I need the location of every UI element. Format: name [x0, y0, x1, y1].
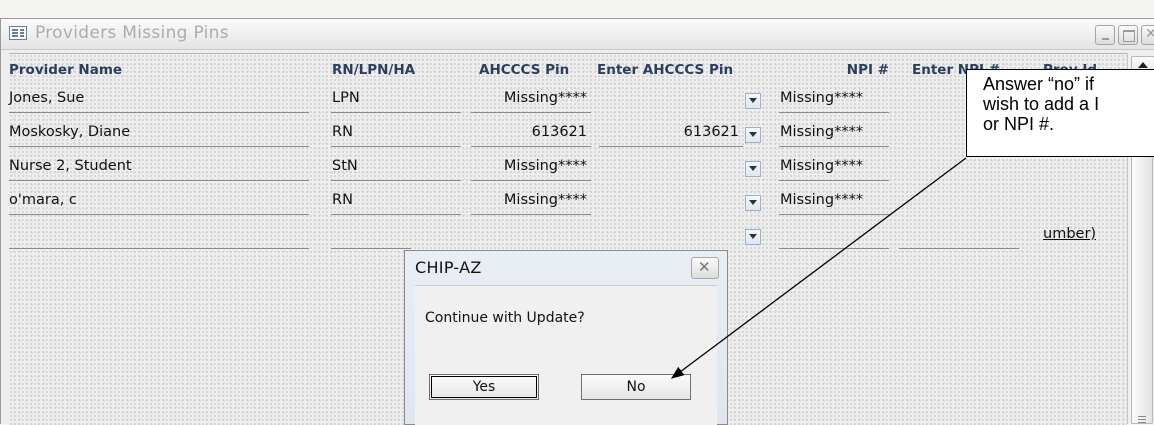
- row-divider: [471, 112, 591, 113]
- cell-ahcccs-pin[interactable]: Missing****: [449, 90, 587, 106]
- column-header-ahcccs-pin[interactable]: AHCCCS Pin: [479, 62, 569, 78]
- cell-npi[interactable]: Missing****: [780, 192, 863, 208]
- window-titlebar[interactable]: Providers Missing Pins: [1, 19, 1154, 50]
- enter-pin-dropdown-button[interactable]: [745, 93, 761, 109]
- row-divider: [471, 214, 591, 215]
- dialog-title: CHIP-AZ: [415, 258, 482, 277]
- column-header-provider-name[interactable]: Provider Name: [9, 62, 122, 78]
- enter-pin-dropdown-button[interactable]: [745, 161, 761, 177]
- maximize-button[interactable]: [1118, 25, 1138, 45]
- column-header-npi[interactable]: NPI #: [809, 62, 889, 78]
- datasheet-icon: [9, 26, 27, 40]
- cell-ahcccs-pin[interactable]: 613621: [449, 124, 587, 140]
- cell-provider-name[interactable]: Moskosky, Diane: [9, 124, 130, 140]
- row-divider: [331, 180, 461, 181]
- cell-provider-name[interactable]: Jones, Sue: [9, 90, 84, 106]
- cell-type[interactable]: StN: [332, 158, 358, 174]
- callout-line: or NPI #.: [983, 114, 1055, 134]
- cell-type[interactable]: RN: [332, 192, 353, 208]
- row-divider: [599, 146, 743, 147]
- row-divider: [899, 248, 1019, 249]
- enter-pin-dropdown-button[interactable]: [745, 229, 761, 245]
- cell-enter-ahcccs-pin[interactable]: 613621: [599, 124, 739, 140]
- cell-ahcccs-pin[interactable]: Missing****: [449, 158, 587, 174]
- callout-line: Answer “no” if: [983, 74, 1095, 94]
- dialog-message: Continue with Update?: [425, 310, 585, 326]
- cell-ahcccs-pin[interactable]: Missing****: [449, 192, 587, 208]
- row-divider: [9, 180, 309, 181]
- grip-icon: [1138, 416, 1146, 417]
- minimize-button[interactable]: [1095, 25, 1115, 45]
- cell-type[interactable]: RN: [332, 124, 353, 140]
- cell-provider-name[interactable]: o'mara, c: [9, 192, 77, 208]
- dialog-body: Continue with Update? Yes No: [415, 285, 717, 425]
- row-divider: [331, 112, 461, 113]
- cell-npi[interactable]: Missing****: [780, 158, 863, 174]
- cell-prov-id[interactable]: umber): [1043, 226, 1096, 242]
- cell-npi[interactable]: Missing****: [780, 124, 863, 140]
- row-divider: [331, 146, 461, 147]
- enter-pin-dropdown-button[interactable]: [745, 195, 761, 211]
- chip-az-dialog: CHIP-AZ Continue with Update? Yes No: [404, 250, 728, 425]
- row-divider: [331, 248, 411, 249]
- enter-pin-dropdown-button[interactable]: [745, 127, 761, 143]
- annotation-callout: Answer “no” if wish to add a I or NPI #.: [966, 69, 1154, 157]
- close-window-button[interactable]: [1141, 25, 1154, 45]
- cell-npi[interactable]: Missing****: [780, 90, 863, 106]
- row-divider: [779, 248, 889, 249]
- callout-line: wish to add a I: [983, 94, 1100, 114]
- row-divider: [331, 214, 461, 215]
- row-divider: [779, 146, 889, 147]
- column-header-enter-ahcccs-pin[interactable]: Enter AHCCCS Pin: [597, 62, 733, 78]
- row-divider: [779, 180, 889, 181]
- row-divider: [9, 248, 309, 249]
- row-divider: [9, 146, 309, 147]
- cell-type[interactable]: LPN: [332, 90, 360, 106]
- row-divider: [9, 214, 309, 215]
- row-divider: [779, 214, 889, 215]
- row-divider: [471, 146, 591, 147]
- yes-button[interactable]: Yes: [429, 374, 539, 400]
- dialog-close-button[interactable]: [691, 257, 719, 279]
- row-divider: [9, 112, 309, 113]
- row-divider: [471, 180, 591, 181]
- column-header-type[interactable]: RN/LPN/HA: [332, 62, 415, 78]
- row-divider: [779, 112, 889, 113]
- no-button[interactable]: No: [581, 374, 691, 400]
- cell-provider-name[interactable]: Nurse 2, Student: [9, 158, 132, 174]
- window-title: Providers Missing Pins: [35, 23, 229, 43]
